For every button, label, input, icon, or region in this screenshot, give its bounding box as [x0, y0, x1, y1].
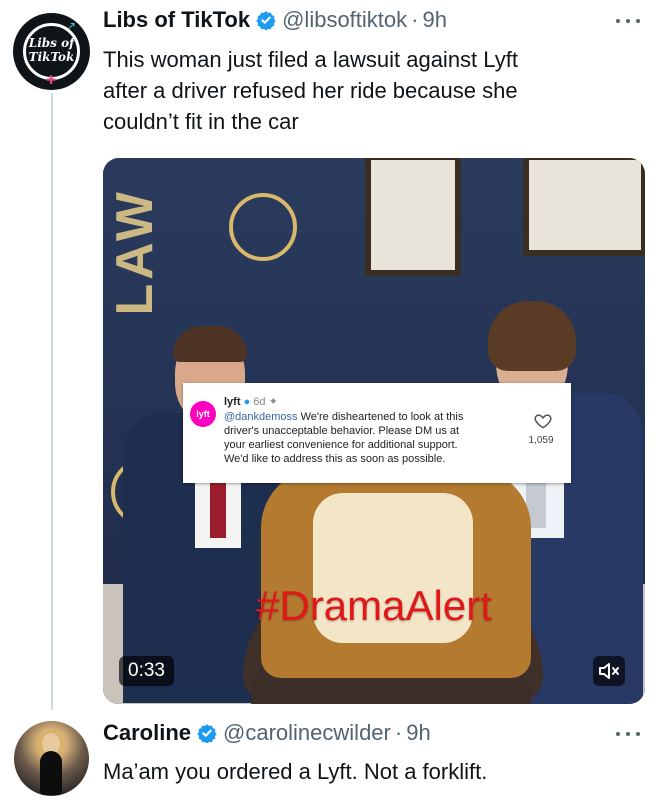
video-player[interactable]: LAW lyft lyft ● 6d ✦ @dankdemoss We're d… — [103, 158, 645, 704]
more-options-icon[interactable] — [616, 16, 640, 26]
thread-line — [51, 93, 53, 710]
author-name[interactable]: Libs of TikTok — [103, 7, 250, 33]
cross-icon: ✚ — [46, 73, 57, 87]
avatar-figure — [40, 751, 62, 795]
separator-dot: · — [411, 7, 419, 32]
overlay-body: @dankdemoss We're disheartened to look a… — [224, 410, 524, 466]
tweet-text-line: couldn’t fit in the car — [103, 109, 299, 134]
overlay-line: We'd like to address this as soon as pos… — [224, 453, 446, 465]
tweet-text-line: This woman just filed a lawsuit against … — [103, 47, 518, 72]
overlay-line: driver's unacceptable behavior. Please D… — [224, 425, 460, 437]
mute-button[interactable] — [593, 656, 625, 686]
reply-author-handle[interactable]: @carolinecwilder — [223, 720, 391, 746]
verified-badge-icon: ● — [243, 396, 251, 408]
hashtag-overlay: #DramaAlert — [256, 582, 492, 629]
reply-author-name[interactable]: Caroline — [103, 720, 191, 746]
avatar[interactable] — [14, 721, 89, 796]
verified-badge-icon — [197, 724, 217, 743]
background-law-text: LAW — [106, 188, 164, 316]
logo-mark-icon: ⁄ — [21, 19, 23, 30]
timestamp[interactable]: 9h — [422, 7, 446, 33]
overlay-mention: @dankdemoss — [224, 411, 298, 423]
wall-frame — [365, 158, 461, 276]
reply-timestamp[interactable]: 9h — [406, 720, 430, 746]
speaker-muted-icon — [599, 663, 619, 679]
avatar[interactable]: ⁄ ↗ Libs of TikTok ✚ — [13, 13, 90, 90]
verified-badge-icon — [256, 11, 276, 30]
separator-dot: · — [394, 720, 403, 745]
overlay-age: 6d — [253, 396, 266, 408]
tweet-text-line: after a driver refused her ride because … — [103, 78, 518, 103]
overlay-account: lyft — [224, 396, 241, 408]
wall-frame — [523, 158, 645, 256]
overlay-line: We're disheartened to look at this — [297, 411, 464, 423]
reply-header: Caroline @carolinecwilder · 9h — [103, 716, 431, 750]
overlay-line: your earliest convenience for additional… — [224, 439, 458, 451]
author-handle[interactable]: @libsoftiktok — [282, 7, 407, 33]
overlay-like-count: 1,059 — [528, 435, 554, 446]
tweet-header: Libs of TikTok @libsoftiktok · 9h — [103, 3, 447, 37]
tweet-text: This woman just filed a lawsuit against … — [103, 44, 623, 137]
lyft-comment-overlay: lyft lyft ● 6d ✦ @dankdemoss We're dishe… — [183, 383, 571, 483]
heart-icon — [534, 414, 552, 429]
lyft-logo-icon: lyft — [190, 401, 216, 427]
reply-text: Ma’am you ordered a Lyft. Not a forklift… — [103, 759, 488, 784]
avatar-logo-line-2: TikTok — [28, 50, 75, 64]
avatar-logo-line-1: Libs of — [28, 36, 75, 50]
video-duration: 0:33 — [119, 656, 174, 686]
pin-icon: ✦ — [268, 396, 278, 408]
more-options-icon[interactable] — [616, 729, 640, 739]
overlay-header: lyft ● 6d ✦ — [224, 395, 278, 408]
hair — [173, 326, 247, 362]
firm-logo-icon — [229, 193, 297, 261]
hair — [488, 301, 576, 371]
